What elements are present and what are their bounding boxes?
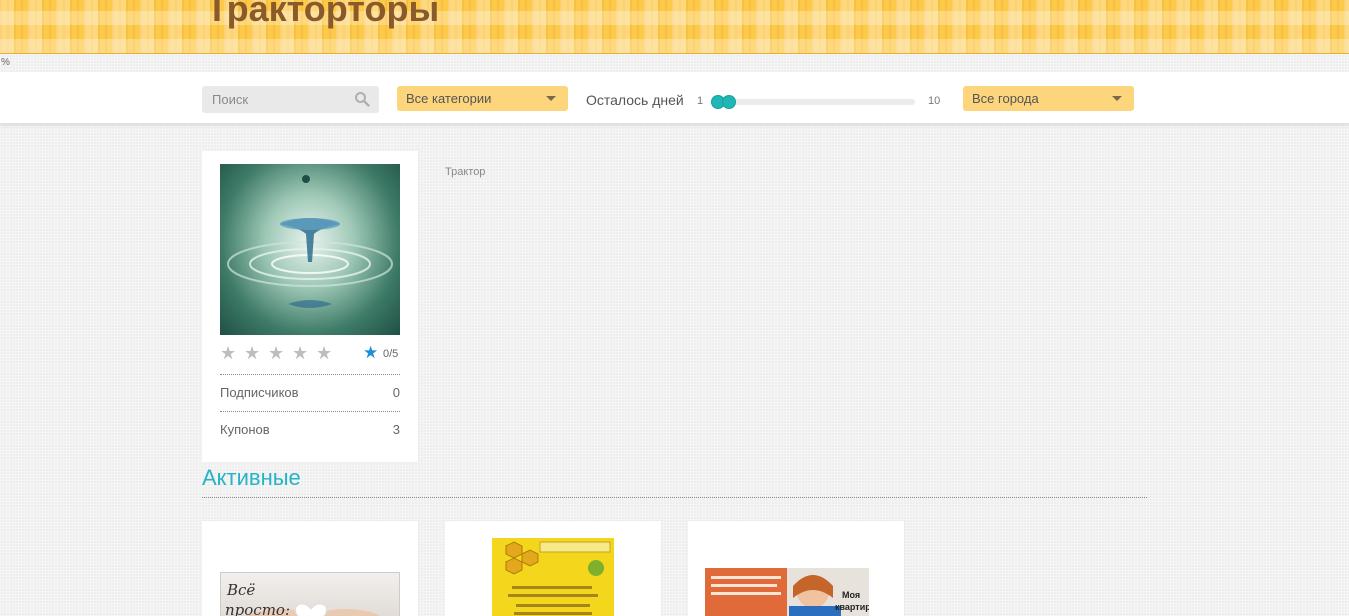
- subscribers-value: 0: [392, 385, 400, 400]
- honey-ad-illustration: [505, 541, 611, 615]
- rating-star-icon: ★: [363, 343, 379, 362]
- star-icon[interactable]: ★: [244, 343, 268, 364]
- coupon-card[interactable]: Моя квартира: [688, 521, 904, 616]
- category-tag[interactable]: Трактор: [445, 166, 485, 178]
- search-input[interactable]: [202, 86, 352, 113]
- days-left-label: Осталось дней: [586, 92, 684, 108]
- svg-text:Моя: Моя: [842, 590, 860, 600]
- svg-text:Всё: Всё: [226, 581, 255, 599]
- filter-bar: Все категории Осталось дней 1 10 Все гор…: [0, 72, 1349, 124]
- water-drop-illustration: [227, 175, 393, 308]
- hands-heart-illustration: Всё просто:: [225, 581, 381, 616]
- days-slider-min: 1: [697, 95, 704, 107]
- rating-stars[interactable]: ★ ★ ★ ★ ★: [220, 343, 340, 364]
- coupon-card[interactable]: [445, 521, 661, 616]
- section-divider: [202, 497, 1147, 498]
- subscribers-row: Подписчиков 0: [220, 374, 400, 411]
- header-banner: Тракторторы: [0, 0, 1349, 54]
- svg-text:просто:: просто:: [225, 601, 290, 616]
- active-section-title: Активные: [202, 465, 301, 490]
- coupons-label: Купонов: [220, 422, 270, 437]
- search-box: [202, 86, 379, 113]
- star-icon[interactable]: ★: [268, 343, 292, 364]
- chevron-down-icon: [1112, 96, 1122, 101]
- coupon-image[interactable]: Всё просто:: [220, 572, 400, 616]
- category-select-value: Все категории: [406, 91, 492, 106]
- page-title: Тракторторы: [206, 0, 440, 29]
- days-slider-handle-max[interactable]: [722, 95, 736, 109]
- profile-card: ★ ★ ★ ★ ★ ★ 0/5 Подписчиков 0 Купонов 3: [202, 151, 418, 462]
- profile-image[interactable]: [220, 164, 400, 335]
- subscribers-label: Подписчиков: [220, 385, 299, 400]
- star-icon[interactable]: ★: [316, 343, 340, 364]
- chevron-down-icon: [546, 96, 556, 101]
- category-select[interactable]: Все категории: [397, 86, 568, 111]
- city-select-value: Все города: [972, 91, 1039, 106]
- search-icon[interactable]: [354, 91, 370, 107]
- apartment-ad-illustration: Моя квартира: [705, 568, 869, 616]
- svg-text:квартира: квартира: [835, 602, 869, 612]
- percent-text: %: [1, 57, 10, 68]
- days-slider-track[interactable]: [713, 99, 915, 105]
- coupon-image[interactable]: Моя квартира: [705, 568, 869, 616]
- star-icon[interactable]: ★: [220, 343, 244, 364]
- coupons-row: Купонов 3: [220, 411, 400, 448]
- coupons-value: 3: [392, 422, 400, 437]
- star-icon[interactable]: ★: [292, 343, 316, 364]
- rating-value: 0/5: [383, 348, 399, 360]
- city-select[interactable]: Все города: [963, 86, 1134, 111]
- coupon-image[interactable]: [492, 538, 614, 616]
- days-slider-max: 10: [928, 95, 941, 107]
- coupon-card[interactable]: Всё просто:: [202, 521, 418, 616]
